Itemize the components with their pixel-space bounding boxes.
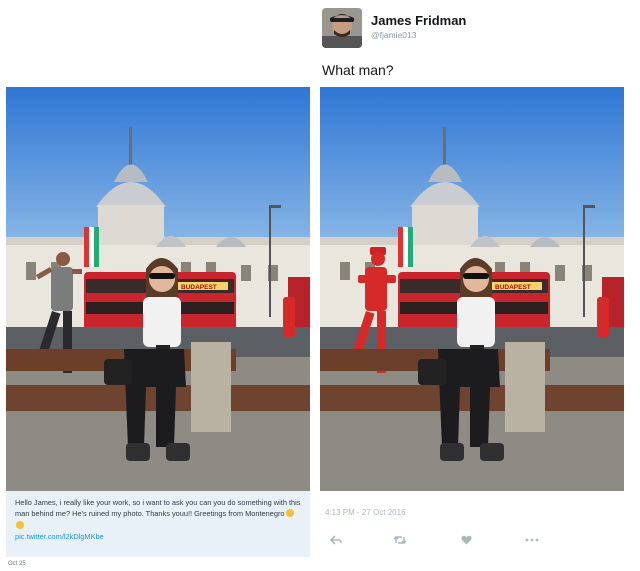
retweet-icon [393,535,407,545]
emoji-icon [16,520,24,529]
original-photo[interactable]: BUDAPEST [6,87,310,491]
like-icon [461,535,471,545]
tweet-timestamp[interactable]: 4:13 PM - 27 Oct 2016 [325,508,406,517]
author-avatar[interactable] [322,8,362,48]
author-handle[interactable]: @fjamie013 [371,30,416,40]
original-message: Hello James, i really like your work, so… [15,497,301,531]
reply-text: What man? [322,62,394,78]
original-date: Oct 25 [8,561,26,567]
edited-photo[interactable]: BUDAPEST [320,87,624,491]
reply-icon [330,535,342,545]
photo-link[interactable]: pic.twitter.com/l2kDlgMKbe [15,531,301,542]
like-button[interactable] [456,530,476,550]
original-tweet-card: Hello James, i really like your work, so… [6,491,310,557]
more-icon [525,538,539,542]
bus-sign: BUDAPEST [495,284,531,291]
more-button[interactable] [522,530,542,550]
retweet-button[interactable] [390,530,410,550]
author-name[interactable]: James Fridman [371,13,466,28]
emoji-icon [285,509,294,518]
reply-button[interactable] [326,530,346,550]
bus-sign: BUDAPEST [181,284,217,291]
tweet-action-bar [320,530,624,550]
